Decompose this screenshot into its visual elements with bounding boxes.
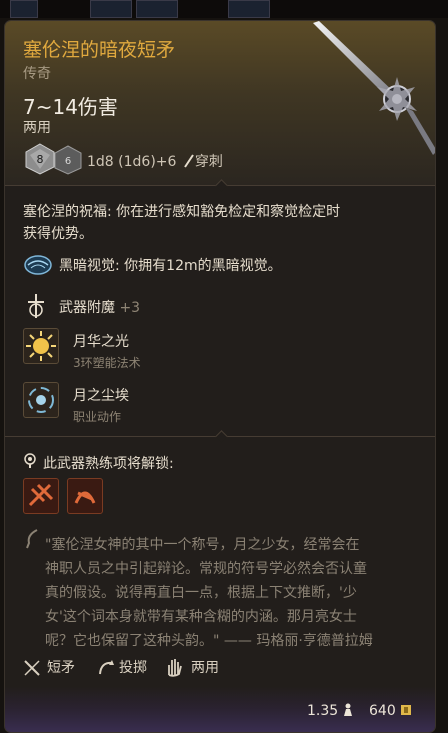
weight-icon	[343, 703, 352, 716]
weapon-action-icon	[74, 491, 96, 504]
moon-dust-icon	[28, 387, 54, 413]
lore-text: "塞伦涅女神的其中一个称号，月之少女，经常会在 神职人员之中引起辩论。常规的符号…	[45, 533, 420, 653]
item-handedness: 两用	[23, 120, 51, 136]
weight-value: 1.35	[307, 703, 339, 719]
darkvision-text: 你拥有12m的黑暗视觉。	[124, 258, 282, 274]
dice-formula: 1d8 (1d6)+6 穿刺	[87, 151, 223, 171]
weapon-image	[313, 21, 435, 155]
hand-icon	[168, 659, 182, 677]
inventory-slot[interactable]	[136, 0, 178, 18]
enchant-label: 武器附魔	[59, 300, 115, 316]
spell-name-1: 月华之光	[73, 334, 129, 350]
property-throw[interactable]: 投掷	[119, 657, 147, 677]
property-spear[interactable]: 短矛	[47, 657, 75, 677]
weapon-properties: 短矛 投掷 两用	[5, 657, 435, 685]
tooltip-footer: 1.35 640	[5, 687, 435, 732]
darkvision-line: 黑暗视觉: 你拥有12m的黑暗视觉。	[59, 255, 282, 275]
item-damage: 7~14伤害	[23, 95, 118, 119]
value-amount: 640	[369, 703, 396, 719]
item-rarity: 传奇	[23, 66, 51, 82]
darkvision-title: 黑暗视觉:	[59, 258, 120, 274]
blessing-title: 塞伦涅的祝福:	[23, 204, 112, 220]
moonbeam-icon	[26, 331, 56, 361]
proficiency-action-1[interactable]	[23, 478, 59, 514]
lore-line: 真的假设。说得再直白一点，根据上下文推断，'少	[45, 585, 357, 601]
dice-secondary: 6	[65, 156, 71, 167]
inventory-slot[interactable]	[10, 0, 38, 18]
lore-line: 女'这个词本身就带有某种含糊的内涵。那月亮女士	[45, 609, 357, 625]
lore-line: 呢？它也保留了这种头韵。" —— 玛格丽·亨德普拉姆	[45, 633, 373, 649]
dice-primary: 8	[37, 153, 44, 166]
piercing-icon	[184, 154, 194, 168]
gold-icon	[401, 705, 412, 715]
item-tooltip: 塞伦涅的暗夜短矛 传奇 7~14伤害 两用 8 6 1d8 (1d6)+6 穿刺	[4, 20, 436, 733]
spell-name-2: 月之尘埃	[73, 388, 129, 404]
lore-line: "塞伦涅女神的其中一个称号，月之少女，经常会在	[45, 537, 360, 553]
spell-icon-box[interactable]	[23, 328, 59, 364]
inventory-slot[interactable]	[228, 0, 270, 18]
proficiency-action-2[interactable]	[67, 478, 103, 514]
item-weight: 1.35	[307, 703, 353, 719]
enchant-bonus: +3	[119, 300, 141, 316]
item-value: 640	[369, 703, 412, 719]
inventory-slot[interactable]	[90, 0, 132, 18]
proficiency-icon	[24, 453, 36, 468]
weapon-action-icon	[28, 483, 54, 507]
item-name: 塞伦涅的暗夜短矛	[23, 39, 176, 61]
property-versatile[interactable]: 两用	[191, 657, 219, 677]
action-icon-box[interactable]	[23, 382, 59, 418]
dice-formula-text: 1d8 (1d6)+6	[87, 154, 177, 170]
spell-sub-2: 职业动作	[73, 410, 122, 424]
darkvision-icon	[24, 255, 52, 275]
throw-icon	[99, 660, 114, 675]
top-inventory-strip	[0, 0, 448, 18]
blessing-line-1: 塞伦涅的祝福: 你在进行感知豁免检定和察觉检定时	[23, 201, 340, 221]
blessing-text-1: 你在进行感知豁免检定和察觉检定时	[116, 204, 341, 220]
spell-sub-1: 3环塑能法术	[73, 356, 141, 370]
proficiency-label: 此武器熟练项将解锁:	[43, 456, 174, 472]
enchant-line: 武器附魔 +3	[59, 297, 140, 317]
dice-icon: 8 6	[25, 143, 82, 175]
damage-type: 穿刺	[194, 154, 223, 170]
enchant-icon	[28, 294, 44, 318]
divider-notch	[215, 430, 228, 443]
quill-icon	[26, 529, 38, 549]
lore-line: 神职人员之中引起辩论。常规的符号学必然会否认童	[45, 561, 367, 577]
blessing-text-2: 获得优势。	[23, 226, 93, 242]
spear-icon	[24, 660, 40, 676]
tooltip-header: 塞伦涅的暗夜短矛 传奇 7~14伤害 两用 8 6 1d8 (1d6)+6 穿刺	[5, 21, 435, 185]
